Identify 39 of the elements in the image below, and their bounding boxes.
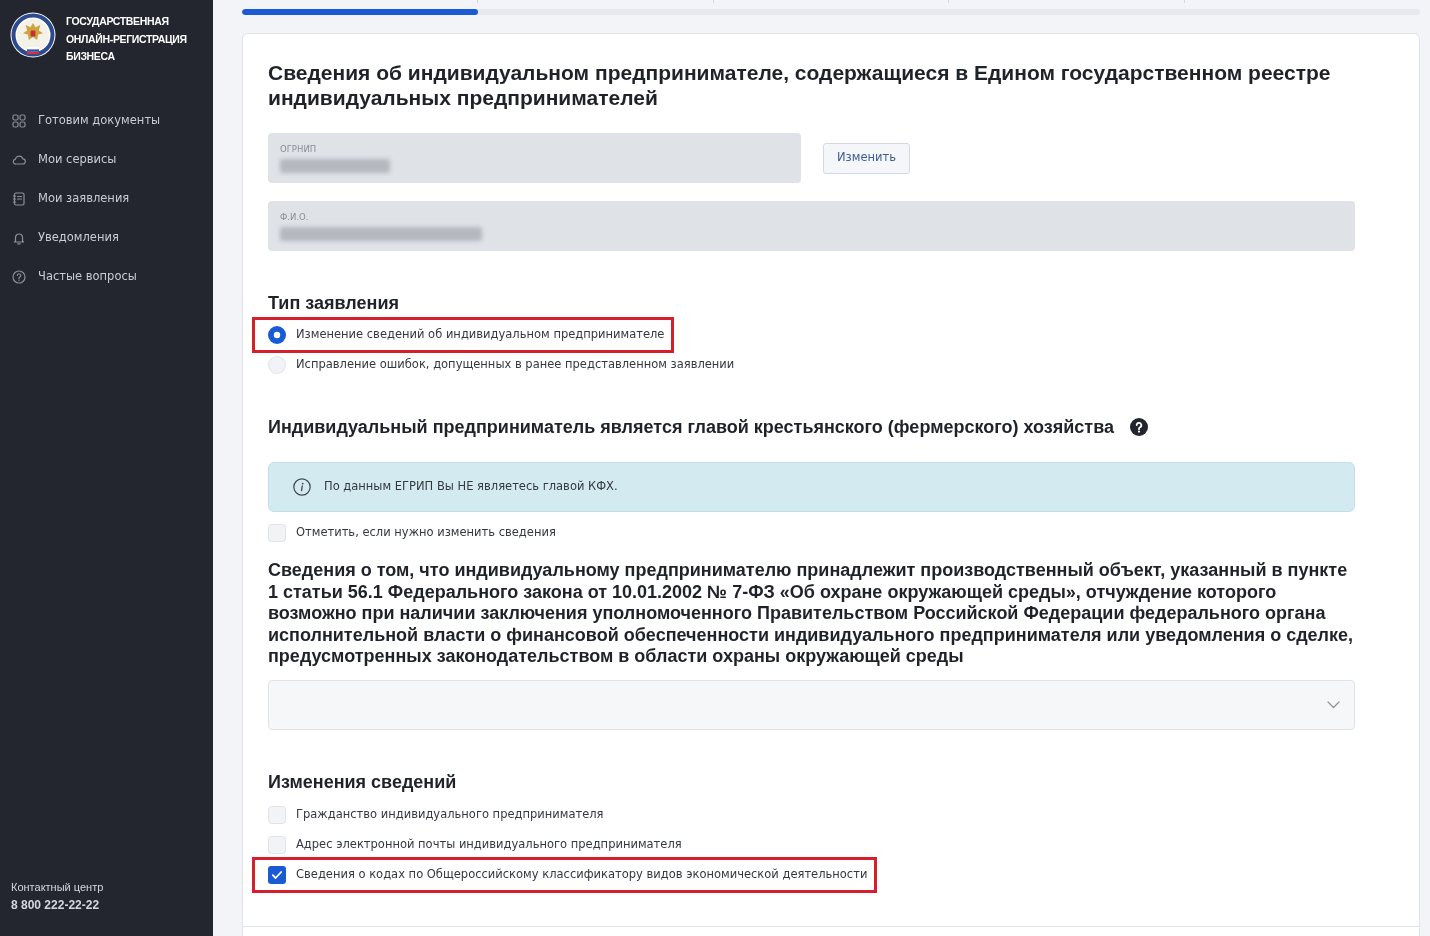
grid-icon — [12, 114, 26, 128]
checkbox[interactable] — [268, 524, 286, 542]
checkbox[interactable] — [268, 865, 286, 884]
checkbox[interactable] — [268, 835, 286, 854]
section-heading: Изменения сведений — [268, 770, 458, 793]
cloud-icon — [12, 153, 26, 167]
help-icon — [12, 270, 26, 284]
sidebar-item[interactable]: Готовим документы — [0, 101, 161, 141]
checkbox[interactable] — [268, 805, 286, 824]
sidebar-item[interactable]: Уведомления — [0, 218, 119, 258]
info-icon — [293, 478, 311, 496]
chevron-down-icon — [1327, 700, 1340, 709]
help-icon — [1130, 418, 1148, 436]
option-label: Изменение сведений об индивидуальном предпринимателе — [296, 326, 665, 344]
option-label: Сведения о кодах по Общероссийскому классификатору видов экономической деятельности — [296, 866, 868, 884]
alert-text: По данным ЕГРИП Вы НЕ являетесь главой КФХ. — [324, 478, 618, 496]
logo-text: ГОСУДАРСТВЕННАЯ ОНЛАЙН-РЕГИСТРАЦИЯ БИЗНЕСА — [66, 14, 187, 64]
emblem-logo — [10, 12, 56, 58]
section-heading: Индивидуальный предприниматель является главой крестьянского (фермерского) хозяйства — [268, 416, 1114, 438]
edit-button[interactable]: Изменить — [823, 142, 910, 174]
option-label: Исправление ошибок, допущенных в ранее представленном заявлении — [296, 356, 735, 374]
phone-number: 8 800 222-22-22 — [11, 897, 100, 914]
sidebar-item[interactable]: Частые вопросы — [0, 257, 137, 297]
form-title: Сведения об индивидуальном предпринимателе, содержащиеся в Едином государственном реестре индивидуальных предпринимателей — [268, 60, 1332, 110]
section-heading: Тип заявления — [268, 292, 400, 314]
option-label: Гражданство индивидуального предпринимателя — [296, 806, 604, 824]
sidebar-item[interactable]: Мои сервисы — [0, 140, 117, 180]
radio-button[interactable] — [268, 356, 286, 374]
field-label: ОГРНИП — [280, 143, 317, 155]
select-field[interactable] — [268, 679, 1355, 730]
bell-icon — [12, 231, 26, 245]
option-label: Отметить, если нужно изменить сведения — [296, 524, 556, 542]
section-heading: Сведения о том, что индивидуальному предпринимателю принадлежит производственный объект, указанный в пункте 1 статьи 56.1 Федерального закона от 10.01.2002 № 7-ФЗ «Об охране окружающей среды», отчуждение которого возможно при наличии заключения уполномоченного Правительством Российской Федерации федерального органа исполнительной власти о финансовой обеспеченности индивидуального предпринимателя или уведомления о сделке, предусмотренных законодательством в области охраны окружающей среды — [268, 560, 1355, 668]
contact-label: Контактный центр — [11, 880, 104, 895]
option-label: Адрес электронной почты индивидуального предпринимателя — [296, 836, 682, 854]
notebook-icon — [12, 192, 26, 206]
sidebar-item[interactable]: Мои заявления — [0, 179, 130, 219]
field-label: Ф.И.О. — [280, 211, 309, 223]
radio-button[interactable] — [268, 326, 286, 344]
